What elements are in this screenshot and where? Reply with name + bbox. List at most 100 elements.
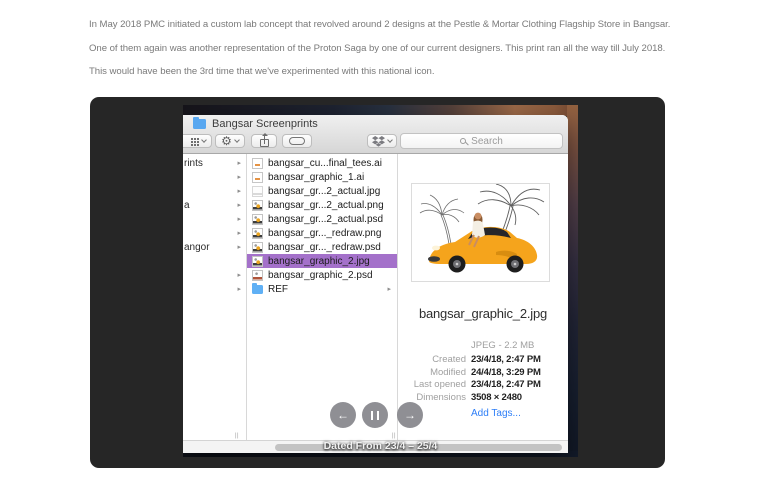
metadata-row: Created 23/4/18, 2:47 PM bbox=[398, 354, 568, 367]
disclosure-arrow-icon bbox=[237, 230, 241, 237]
item-label: rints bbox=[184, 158, 237, 169]
car-palm-artwork bbox=[412, 184, 549, 281]
list-item[interactable]: angor bbox=[183, 240, 246, 254]
chevron-down-icon bbox=[387, 137, 393, 143]
file-row-selected[interactable]: bangsar_graphic_2.jpg bbox=[247, 254, 397, 268]
disclosure-arrow-icon bbox=[237, 188, 241, 195]
desktop-wallpaper-strip bbox=[567, 105, 578, 457]
metadata-label: Modified bbox=[398, 367, 466, 380]
ai-file-icon bbox=[252, 158, 263, 169]
share-icon bbox=[260, 139, 269, 147]
file-name: bangsar_gr...2_actual.jpg bbox=[268, 186, 380, 197]
image-file-icon bbox=[252, 242, 263, 253]
column-resize-handle[interactable] bbox=[392, 433, 396, 439]
search-input[interactable]: Search bbox=[400, 133, 563, 149]
file-row[interactable]: bangsar_gr...2_actual.png bbox=[247, 198, 397, 212]
list-item[interactable]: a bbox=[183, 198, 246, 212]
metadata-row: Last opened 23/4/18, 2:47 PM bbox=[398, 379, 568, 392]
disclosure-arrow-icon bbox=[237, 286, 241, 293]
article-line: One of them again was another representa… bbox=[89, 37, 670, 61]
metadata-value: 24/4/18, 3:29 PM bbox=[471, 367, 541, 380]
metadata-row: Modified 24/4/18, 3:29 PM bbox=[398, 367, 568, 380]
slide-caption: Dated From 23/4 – 25/4 bbox=[183, 440, 578, 452]
image-file-icon bbox=[252, 214, 263, 225]
view-options-button[interactable] bbox=[183, 134, 212, 148]
metadata-row: Dimensions 3508 × 2480 bbox=[398, 392, 568, 405]
list-item[interactable] bbox=[183, 170, 246, 184]
image-file-icon bbox=[252, 228, 263, 239]
preview-metadata: Created 23/4/18, 2:47 PM Modified 24/4/1… bbox=[398, 354, 568, 404]
next-slide-button[interactable] bbox=[397, 402, 423, 428]
preview-filename: bangsar_graphic_2.jpg bbox=[398, 306, 568, 321]
folder-icon bbox=[193, 119, 206, 129]
metadata-value: 3508 × 2480 bbox=[471, 392, 522, 405]
list-item[interactable] bbox=[183, 184, 246, 198]
preview-image bbox=[411, 183, 550, 282]
list-item[interactable] bbox=[183, 254, 246, 268]
file-row[interactable]: bangsar_gr...2_actual.psd bbox=[247, 212, 397, 226]
folder-icon bbox=[252, 285, 263, 294]
item-label: angor bbox=[184, 242, 237, 253]
preview-kind-size: JPEG - 2.2 MB bbox=[471, 340, 534, 351]
column-resize-handle[interactable] bbox=[235, 433, 239, 439]
metadata-label: Last opened bbox=[398, 379, 466, 392]
file-name: bangsar_gr...2_actual.psd bbox=[268, 214, 383, 225]
list-item[interactable] bbox=[183, 268, 246, 282]
image-file-icon bbox=[252, 186, 263, 197]
file-row[interactable]: REF bbox=[247, 282, 397, 296]
file-row[interactable]: bangsar_graphic_1.ai bbox=[247, 170, 397, 184]
list-item[interactable] bbox=[183, 212, 246, 226]
file-row[interactable]: bangsar_gr...2_actual.jpg bbox=[247, 184, 397, 198]
add-tags-link[interactable]: Add Tags... bbox=[471, 408, 521, 419]
file-row[interactable]: bangsar_graphic_2.psd bbox=[247, 268, 397, 282]
search-placeholder: Search bbox=[471, 136, 503, 147]
disclosure-arrow-icon bbox=[237, 216, 241, 223]
finder-columns: rints a angor bangsar_cu...final_tees.ai… bbox=[183, 154, 568, 440]
dropbox-button[interactable] bbox=[367, 134, 397, 148]
file-name: bangsar_graphic_1.ai bbox=[268, 172, 364, 183]
window-titlebar[interactable]: Bangsar Screenprints bbox=[183, 115, 568, 133]
share-button[interactable] bbox=[251, 134, 277, 148]
search-icon bbox=[460, 138, 466, 144]
file-name: bangsar_gr..._redraw.png bbox=[268, 228, 381, 239]
actions-button[interactable] bbox=[215, 134, 245, 148]
ai-file-icon bbox=[252, 172, 263, 183]
psd-file-icon bbox=[252, 270, 263, 281]
disclosure-arrow-icon bbox=[237, 272, 241, 279]
article-paragraph: In May 2018 PMC initiated a custom lab c… bbox=[89, 13, 670, 84]
file-name: bangsar_cu...final_tees.ai bbox=[268, 158, 382, 169]
disclosure-arrow-icon bbox=[237, 202, 241, 209]
tags-button[interactable] bbox=[282, 134, 312, 148]
article-line: In May 2018 PMC initiated a custom lab c… bbox=[89, 13, 670, 37]
window-toolbar: Search bbox=[183, 133, 568, 154]
list-item[interactable]: rints bbox=[183, 156, 246, 170]
prev-slide-button[interactable] bbox=[330, 402, 356, 428]
grid-view-icon bbox=[191, 138, 193, 140]
pause-icon bbox=[371, 411, 379, 420]
slideshow-stage: Bangsar Screenprints bbox=[90, 97, 665, 468]
file-name: REF bbox=[268, 284, 288, 295]
disclosure-arrow-icon bbox=[237, 244, 241, 251]
dropbox-icon bbox=[372, 136, 385, 147]
file-name: bangsar_graphic_2.jpg bbox=[268, 256, 370, 267]
file-row[interactable]: bangsar_cu...final_tees.ai bbox=[247, 156, 397, 170]
window-chrome: Bangsar Screenprints bbox=[183, 115, 568, 154]
chevron-down-icon bbox=[234, 137, 240, 143]
tag-icon bbox=[289, 137, 305, 145]
list-item[interactable] bbox=[183, 226, 246, 240]
left-arrow-icon bbox=[337, 409, 349, 421]
window-title: Bangsar Screenprints bbox=[212, 118, 318, 130]
file-row[interactable]: bangsar_gr..._redraw.png bbox=[247, 226, 397, 240]
article-line: This would have been the 3rd time that w… bbox=[89, 60, 670, 84]
image-file-icon bbox=[252, 200, 263, 211]
file-name: bangsar_gr...2_actual.png bbox=[268, 200, 384, 211]
metadata-value: 23/4/18, 2:47 PM bbox=[471, 354, 541, 367]
file-row[interactable]: bangsar_gr..._redraw.psd bbox=[247, 240, 397, 254]
metadata-label: Created bbox=[398, 354, 466, 367]
list-item[interactable] bbox=[183, 282, 246, 296]
finder-column-parents: rints a angor bbox=[183, 154, 247, 440]
finder-column-files: bangsar_cu...final_tees.ai bangsar_graph… bbox=[247, 154, 398, 440]
finder-column-preview: bangsar_graphic_2.jpg JPEG - 2.2 MB Crea… bbox=[398, 154, 568, 440]
disclosure-arrow-icon bbox=[387, 286, 391, 293]
pause-slideshow-button[interactable] bbox=[362, 402, 388, 428]
